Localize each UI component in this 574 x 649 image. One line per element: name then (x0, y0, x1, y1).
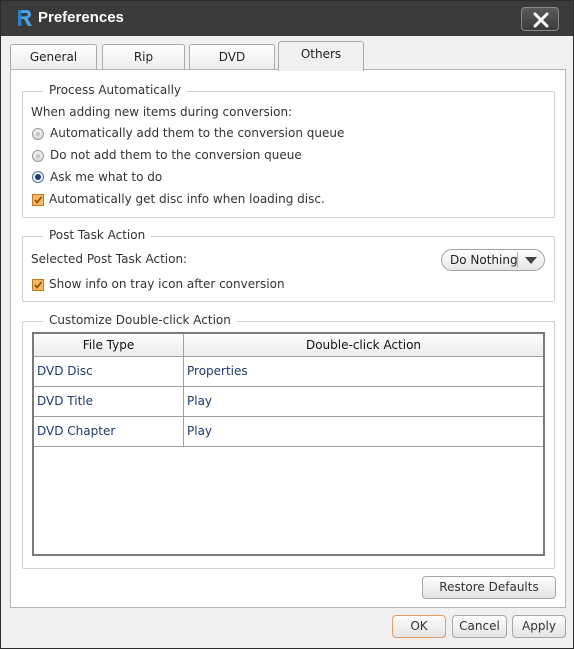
double-click-action-title: Customize Double-click Action (43, 313, 237, 327)
post-task-action-title: Post Task Action (43, 228, 152, 242)
tray-info-label: Show info on tray icon after conversion (49, 277, 285, 291)
selected-post-task-label: Selected Post Task Action: (31, 252, 188, 266)
radio-ask-me[interactable] (32, 171, 44, 183)
column-header-double-click-action[interactable]: Double-click Action (184, 334, 543, 357)
apply-button[interactable]: Apply (512, 615, 566, 638)
table-cell-action[interactable]: Properties (184, 357, 543, 387)
app-logo-icon (18, 10, 32, 26)
tab-general[interactable]: General (10, 44, 97, 70)
ok-button[interactable]: OK (392, 615, 446, 638)
post-task-dropdown-value: Do Nothing (450, 253, 518, 267)
table-cell-file-type[interactable]: DVD Disc (34, 357, 183, 387)
table-cell-file-type[interactable]: DVD Title (34, 387, 183, 417)
tab-others[interactable]: Others (278, 41, 364, 71)
chevron-down-icon (525, 257, 537, 264)
get-disc-info-label: Automatically get disc info when loading… (49, 192, 325, 206)
checkmark-icon (33, 195, 43, 205)
radio-do-not-add-label: Do not add them to the conversion queue (50, 148, 302, 162)
checkmark-icon (33, 280, 43, 290)
column-divider (183, 334, 184, 447)
tab-dvd[interactable]: DVD (189, 44, 275, 70)
others-tab-panel: Process Automatically When adding new it… (10, 69, 566, 608)
process-automatically-title: Process Automatically (43, 83, 187, 97)
table-cell-action[interactable]: Play (184, 387, 543, 417)
radio-auto-add[interactable] (32, 128, 44, 140)
restore-defaults-button[interactable]: Restore Defaults (422, 576, 556, 599)
tab-rip[interactable]: Rip (102, 44, 185, 70)
get-disc-info-checkbox[interactable] (32, 194, 44, 206)
table-cell-file-type[interactable]: DVD Chapter (34, 417, 183, 447)
radio-do-not-add[interactable] (32, 150, 44, 162)
table-cell-action[interactable]: Play (184, 417, 543, 447)
dropdown-divider (517, 252, 518, 268)
close-button[interactable] (521, 7, 559, 31)
radio-auto-add-label: Automatically add them to the conversion… (50, 126, 345, 140)
tray-info-checkbox[interactable] (32, 279, 44, 291)
cancel-button[interactable]: Cancel (452, 615, 507, 638)
preferences-dialog: Preferences General Rip DVD Others Proce… (0, 0, 574, 649)
column-header-file-type[interactable]: File Type (34, 334, 183, 357)
window-title: Preferences (38, 9, 124, 26)
radio-ask-me-label: Ask me what to do (50, 170, 163, 184)
conversion-intro-label: When adding new items during conversion: (31, 105, 293, 119)
title-bar[interactable]: Preferences (1, 1, 573, 36)
close-icon (533, 12, 549, 28)
double-click-table: File Type Double-click Action DVD Disc P… (32, 332, 545, 556)
post-task-dropdown[interactable]: Do Nothing (441, 249, 545, 271)
